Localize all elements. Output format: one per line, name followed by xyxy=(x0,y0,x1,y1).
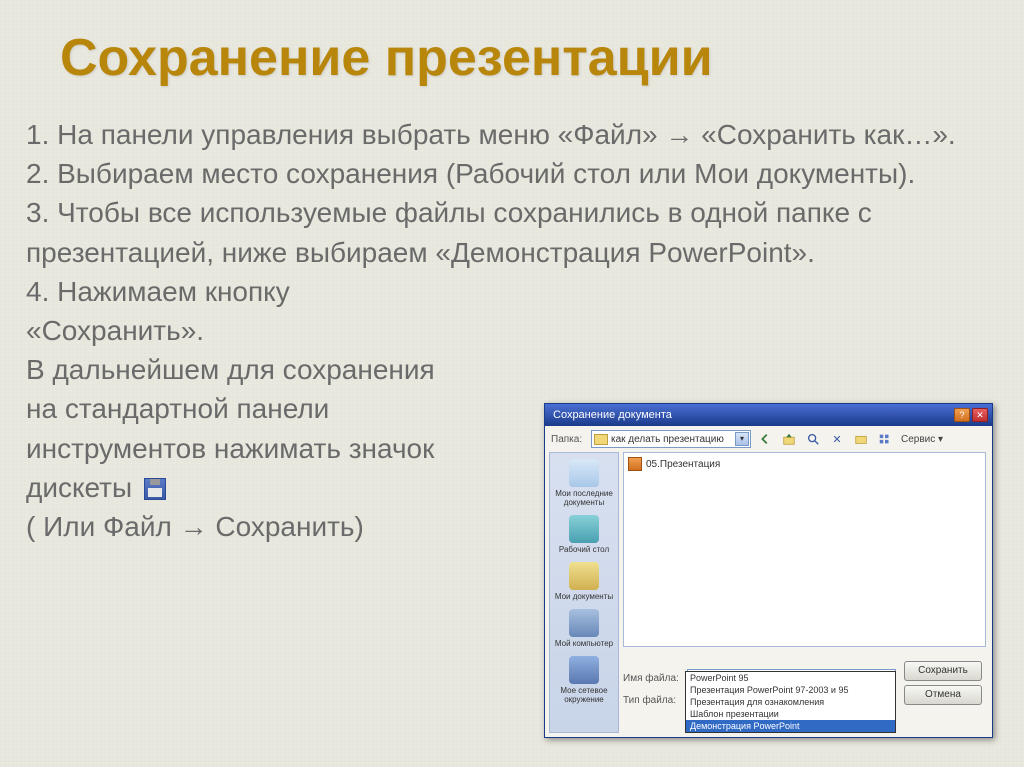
places-bar: Мои последние документы Рабочий стол Мои… xyxy=(549,452,619,733)
type-option[interactable]: Шаблон презентации xyxy=(686,708,895,720)
type-option[interactable]: PowerPoint 95 xyxy=(686,672,895,684)
step-4a: 4. Нажимаем кнопку xyxy=(26,272,536,311)
delete-button[interactable]: ✕ xyxy=(827,430,847,448)
search-button[interactable] xyxy=(803,430,823,448)
close-button[interactable]: ✕ xyxy=(972,408,988,422)
place-desktop[interactable]: Рабочий стол xyxy=(552,515,616,554)
dialog-toolbar: Папка: как делать презентацию ▾ ✕ Сервис… xyxy=(545,426,992,452)
place-recent-label: Мои последние документы xyxy=(552,489,616,507)
step-5c: инструментов нажимать значок xyxy=(26,429,546,468)
dialog-titlebar[interactable]: Сохранение документа ? ✕ xyxy=(545,404,992,426)
place-recent[interactable]: Мои последние документы xyxy=(552,459,616,507)
type-option[interactable]: Презентация для ознакомления xyxy=(686,696,895,708)
file-item[interactable]: 05.Презентация xyxy=(628,457,981,471)
place-network[interactable]: Мое сетевое окружение xyxy=(552,656,616,704)
slide-title: Сохранение презентации xyxy=(60,28,713,88)
chevron-down-icon[interactable]: ▾ xyxy=(735,432,749,446)
place-mycomp-label: Мой компьютер xyxy=(552,639,616,648)
step-2: 2. Выбираем место сохранения (Рабочий ст… xyxy=(26,154,986,193)
back-button[interactable] xyxy=(755,430,775,448)
filetype-dropdown[interactable]: PowerPoint 95 Презентация PowerPoint 97-… xyxy=(685,671,896,733)
new-folder-button[interactable] xyxy=(851,430,871,448)
file-list[interactable]: 05.Презентация xyxy=(623,452,986,647)
place-mydocs[interactable]: Мои документы xyxy=(552,562,616,601)
step-4b: «Сохранить». xyxy=(26,311,536,350)
file-item-label: 05.Презентация xyxy=(646,459,720,470)
folder-value: как делать презентацию xyxy=(611,434,724,445)
step-5a: В дальнейшем для сохранения xyxy=(26,350,546,389)
service-menu[interactable]: Сервис ▾ xyxy=(901,434,943,445)
type-option[interactable]: Презентация PowerPoint 97-2003 и 95 xyxy=(686,684,895,696)
folder-combo[interactable]: как делать презентацию ▾ xyxy=(591,430,751,448)
type-option-selected[interactable]: Демонстрация PowerPoint xyxy=(686,720,895,732)
cancel-button[interactable]: Отмена xyxy=(904,685,982,705)
save-button[interactable]: Сохранить xyxy=(904,661,982,681)
step-5d-text: дискеты xyxy=(26,472,132,503)
up-button[interactable] xyxy=(779,430,799,448)
filename-label: Имя файла: xyxy=(623,673,681,684)
help-button[interactable]: ? xyxy=(954,408,970,422)
folder-label: Папка: xyxy=(551,434,587,445)
filetype-label: Тип файла: xyxy=(623,695,681,706)
step-5b: на стандартной панели xyxy=(26,389,546,428)
step-3: 3. Чтобы все используемые файлы сохранил… xyxy=(26,193,986,271)
place-mycomp[interactable]: Мой компьютер xyxy=(552,609,616,648)
place-mydocs-label: Мои документы xyxy=(552,592,616,601)
step-1: 1. На панели управления выбрать меню «Фа… xyxy=(26,115,986,154)
floppy-icon xyxy=(144,478,166,500)
ppt-file-icon xyxy=(628,457,642,471)
place-network-label: Мое сетевое окружение xyxy=(552,686,616,704)
folder-icon xyxy=(594,434,608,445)
step-5d: дискеты xyxy=(26,468,546,507)
dialog-title: Сохранение документа xyxy=(549,409,672,421)
place-desktop-label: Рабочий стол xyxy=(552,545,616,554)
save-dialog: Сохранение документа ? ✕ Папка: как дела… xyxy=(544,403,993,738)
views-button[interactable] xyxy=(875,430,895,448)
